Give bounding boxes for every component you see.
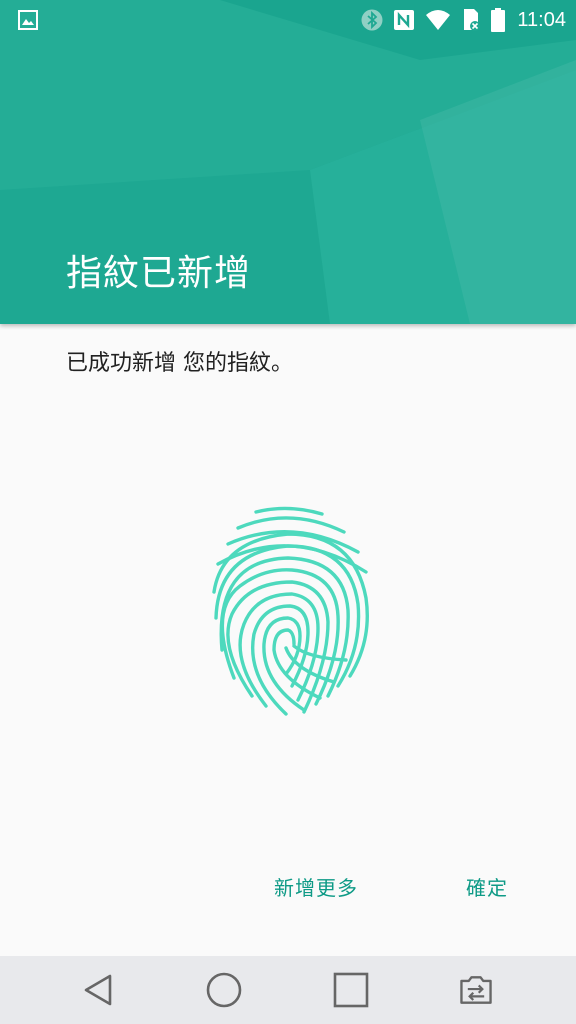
nfc-icon [394, 10, 415, 30]
navigation-bar [0, 956, 576, 1024]
success-message: 已成功新增 您的指紋。 [66, 351, 293, 376]
header: 11:04 指紋已新增 [0, 0, 576, 324]
recents-icon[interactable] [331, 970, 371, 1010]
battery-icon [491, 8, 506, 32]
wifi-icon [426, 10, 451, 30]
ok-button[interactable]: 確定 [466, 866, 508, 910]
image-icon [18, 10, 38, 30]
status-bar: 11:04 [0, 0, 576, 40]
fingerprint-icon [212, 506, 369, 716]
back-icon[interactable] [78, 970, 118, 1010]
bluetooth-icon [361, 9, 383, 31]
home-icon[interactable] [204, 970, 244, 1010]
dual-window-icon[interactable] [456, 970, 496, 1010]
add-more-button[interactable]: 新增更多 [274, 866, 358, 910]
page-title: 指紋已新增 [66, 253, 252, 294]
sim-off-icon [464, 9, 481, 31]
status-time: 11:04 [517, 8, 566, 31]
